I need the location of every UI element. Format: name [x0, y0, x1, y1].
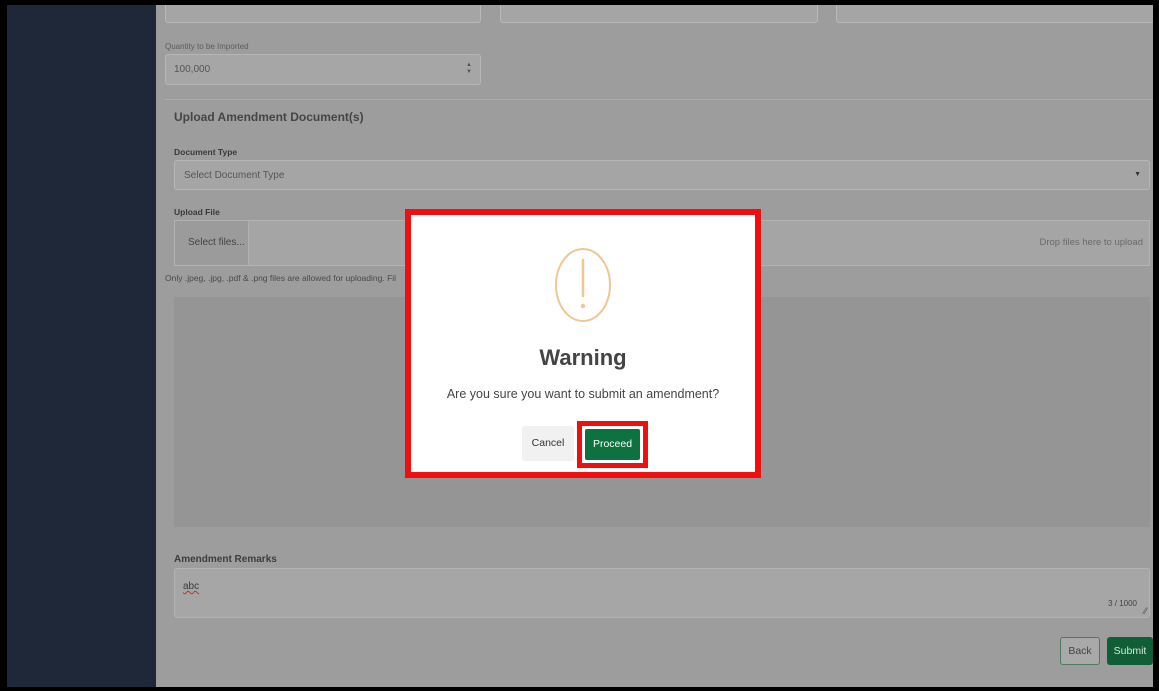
select-files-label: Select files... — [188, 237, 245, 248]
quantity-spinner-icon[interactable]: ▲ ▼ — [466, 62, 472, 76]
drop-files-text: Drop files here to upload — [1039, 237, 1143, 248]
remarks-counter: 3 / 1000 — [1108, 599, 1137, 608]
remarks-value: abc — [183, 581, 200, 592]
proceed-button[interactable]: Proceed — [585, 429, 640, 460]
warning-dialog: Warning Are you sure you want to submit … — [405, 209, 761, 478]
dialog-message: Are you sure you want to submit an amend… — [446, 387, 720, 401]
cancel-button[interactable]: Cancel — [522, 426, 574, 461]
dialog-title: Warning — [539, 345, 627, 370]
resize-handle-icon[interactable]: ⁄⁄ — [1144, 606, 1147, 616]
proceed-highlight: Proceed — [577, 421, 648, 468]
document-type-label: Document Type — [174, 147, 238, 157]
quantity-label: Quantity to be Imported — [165, 42, 249, 51]
top-field-3[interactable] — [836, 5, 1153, 23]
file-hint: Only .jpeg, .jpg, .pdf & .png files are … — [165, 273, 397, 283]
upload-file-label: Upload File — [174, 207, 220, 217]
upload-section-title: Upload Amendment Document(s) — [174, 110, 364, 124]
document-type-select[interactable]: Select Document Type ▼ — [174, 160, 1150, 190]
chevron-down-icon: ▼ — [1134, 171, 1141, 178]
quantity-input[interactable]: 100,000 ▲ ▼ — [165, 54, 481, 85]
section-divider — [165, 99, 1153, 100]
warning-icon — [555, 248, 611, 322]
submit-button[interactable]: Submit — [1107, 637, 1153, 665]
select-files-button[interactable]: Select files... — [175, 221, 249, 265]
back-button[interactable]: Back — [1060, 637, 1100, 665]
document-type-placeholder: Select Document Type — [184, 170, 285, 181]
remarks-textarea[interactable]: abc 3 / 1000 ⁄⁄ — [174, 568, 1150, 618]
remarks-label: Amendment Remarks — [174, 554, 277, 565]
top-field-2[interactable] — [500, 5, 818, 23]
sidebar — [7, 5, 156, 687]
top-field-1[interactable] — [165, 5, 481, 23]
quantity-value: 100,000 — [174, 64, 211, 75]
